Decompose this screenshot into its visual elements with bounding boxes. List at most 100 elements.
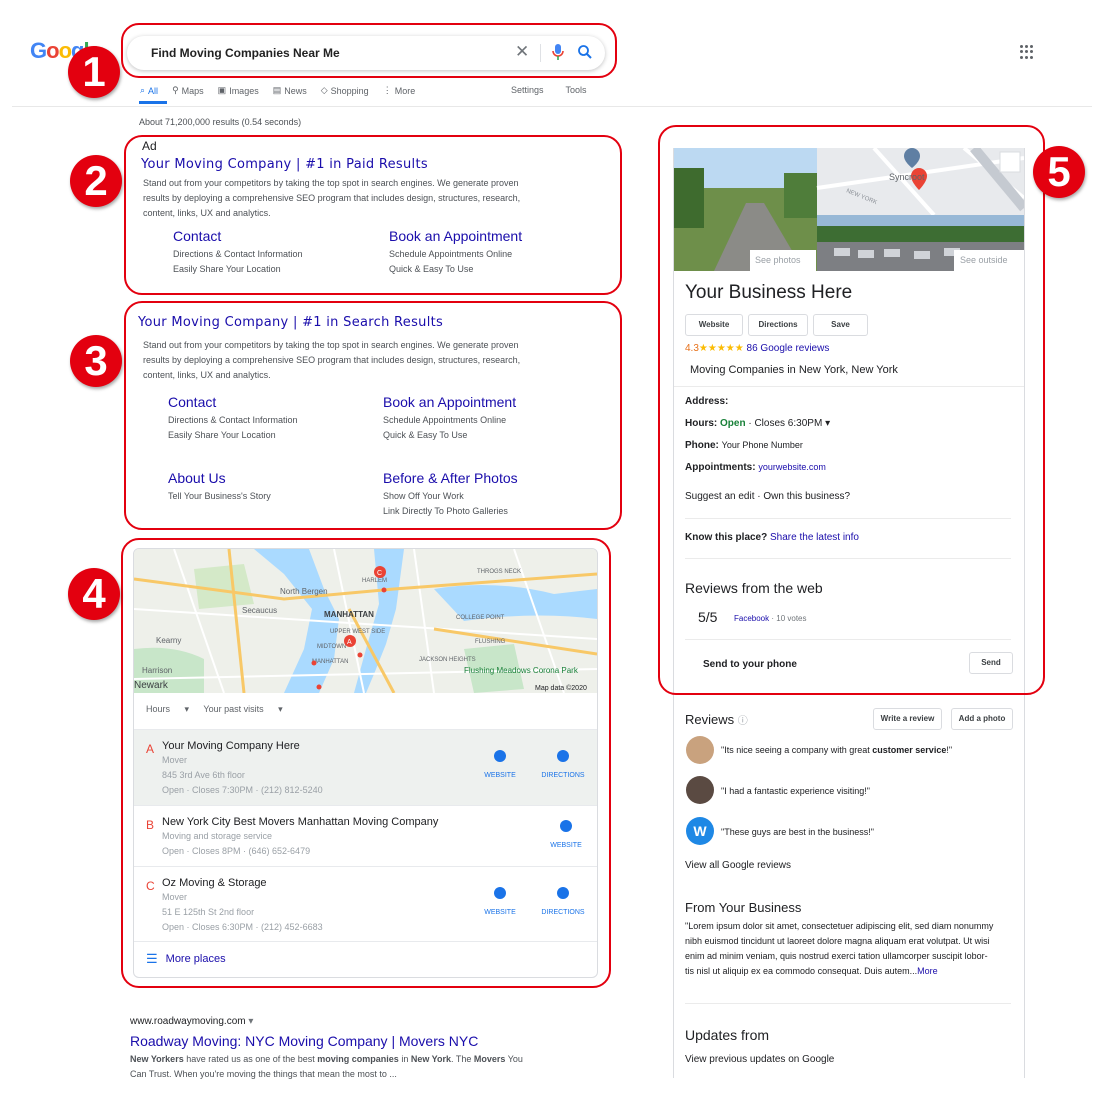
caret-down-icon[interactable]: ▾ (248, 1016, 253, 1027)
sitelink-title[interactable]: Before & After Photos (383, 470, 518, 486)
snippet-bold: Movers (473, 1054, 506, 1064)
website-button[interactable]: WEBSITE (536, 820, 596, 849)
result-url[interactable]: www.roadwaymoving.com ▾ (130, 1016, 253, 1027)
snippet-text: You (505, 1054, 523, 1064)
sitelink-desc: Quick & Easy To Use (389, 264, 474, 274)
website-button[interactable]: WEBSITE (470, 750, 530, 779)
url-text: www.roadwaymoving.com (130, 1016, 246, 1027)
organic-title[interactable]: Your Moving Company | #1 in Search Resul… (138, 315, 443, 330)
sitelink-contact: Contact Directions & Contact Information… (168, 394, 298, 443)
button-label: DIRECTIONS (541, 909, 585, 916)
updates-heading: Updates from (685, 1027, 770, 1043)
sitelink-title[interactable]: About Us (168, 470, 271, 486)
place-name[interactable]: Oz Moving & Storage (162, 877, 267, 889)
tab-label: Maps (181, 85, 204, 96)
tab-images[interactable]: ▣ Images (218, 85, 259, 96)
active-tab-indicator (139, 101, 167, 104)
tab-tools: Settings Tools (511, 85, 609, 95)
place-address: 845 3rd Ave 6th floor (162, 770, 245, 780)
ad-title[interactable]: Your Moving Company | #1 in Paid Results (141, 157, 428, 172)
tab-all[interactable]: ⌕ All (140, 85, 158, 96)
more-link[interactable]: More (917, 966, 938, 976)
button-label: WEBSITE (550, 842, 582, 849)
place-hours: Open · Closes 8PM · (646) 652-6479 (162, 846, 311, 856)
place-listing-b[interactable]: B New York City Best Movers Manhattan Mo… (134, 805, 597, 866)
desc-line: content, links, UX and analytics. (143, 370, 271, 380)
place-letter: C (146, 879, 155, 893)
tab-shopping[interactable]: ◇ Shopping (321, 85, 369, 96)
place-name[interactable]: Your Moving Company Here (162, 740, 300, 752)
view-all-reviews-link[interactable]: View all Google reviews (685, 860, 791, 871)
review-snippet: "I had a fantastic experience visiting!" (721, 786, 870, 796)
sitelink-title[interactable]: Book an Appointment (389, 228, 522, 244)
search-icon: ⌕ (140, 85, 146, 95)
header-divider (12, 106, 1092, 107)
settings-link[interactable]: Settings (511, 85, 544, 95)
map-image[interactable]: North Bergen Secaucus MANHATTAN UPPER WE… (134, 549, 597, 693)
write-review-button[interactable]: Write a review (873, 708, 942, 730)
map-label: Kearny (156, 636, 181, 645)
snippet-line: Can Trust. When you're moving the things… (130, 1069, 397, 1079)
directions-button[interactable]: DIRECTIONS (533, 750, 593, 779)
sitelink-desc: Tell Your Business's Story (168, 491, 271, 501)
previous-updates-link[interactable]: View previous updates on Google (685, 1054, 834, 1065)
map-label: Newark (134, 680, 169, 691)
info-icon[interactable]: ⓘ (738, 716, 748, 727)
sitelink-desc: Easily Share Your Location (168, 430, 276, 440)
sitelink-title[interactable]: Contact (168, 394, 298, 410)
add-photo-button[interactable]: Add a photo (951, 708, 1013, 730)
snippet-text: . The (451, 1054, 474, 1064)
ad-description: Stand out from your competitors by takin… (143, 176, 520, 221)
map-label: Flushing Meadows Corona Park (464, 666, 579, 675)
sitelink-about: About Us Tell Your Business's Story (168, 470, 271, 504)
place-listing-c[interactable]: C Oz Moving & Storage Mover 51 E 125th S… (134, 866, 597, 942)
button-label: WEBSITE (484, 772, 516, 779)
review-snippet: "These guys are best in the business!" (721, 827, 874, 837)
map-label: UPPER WEST SIDE (330, 629, 385, 635)
result-title[interactable]: Roadway Moving: NYC Moving Company | Mov… (130, 1033, 478, 1049)
sitelink-desc: Schedule Appointments Online (383, 415, 507, 425)
desc-line: Stand out from your competitors by takin… (143, 178, 519, 188)
highlight-frame-search (121, 23, 617, 78)
map-credit: Map data ©2020 (535, 684, 587, 692)
local-map-pack: North Bergen Secaucus MANHATTAN UPPER WE… (133, 548, 598, 978)
logo-letter: o (46, 38, 59, 63)
map-label: HARLEM (362, 578, 387, 584)
website-button[interactable]: WEBSITE (470, 887, 530, 916)
tab-more[interactable]: ⋮ More (383, 85, 416, 96)
more-places-label: More places (165, 953, 226, 965)
past-visits-filter[interactable]: Your past visits ▾ (203, 704, 282, 714)
tag-icon: ◇ (320, 85, 328, 95)
apps-grid-icon[interactable] (1020, 45, 1034, 59)
directions-button[interactable]: DIRECTIONS (533, 887, 593, 916)
map-drawing: North Bergen Secaucus MANHATTAN UPPER WE… (134, 549, 597, 693)
sitelink-title[interactable]: Contact (173, 228, 303, 244)
place-letter: B (146, 818, 155, 832)
tab-news[interactable]: ▤ News (273, 85, 307, 96)
map-label: North Bergen (280, 587, 328, 596)
snippet-bold: New Yorkers (130, 1054, 184, 1064)
place-listing-a[interactable]: A Your Moving Company Here Mover 845 3rd… (134, 729, 597, 805)
tab-maps[interactable]: ⚲ Maps (172, 85, 204, 96)
sitelink-title[interactable]: Book an Appointment (383, 394, 516, 410)
place-hours: Open · Closes 6:30PM · (212) 452-6683 (162, 922, 323, 932)
map-filters: Hours ▾ Your past visits ▾ (146, 704, 295, 715)
place-name[interactable]: New York City Best Movers Manhattan Movi… (162, 816, 438, 828)
result-snippet: New Yorkers have rated us as one of the … (130, 1052, 523, 1082)
tools-link[interactable]: Tools (566, 85, 587, 95)
sitelink-desc: Quick & Easy To Use (383, 430, 468, 440)
organic-description: Stand out from your competitors by takin… (143, 338, 520, 383)
hours-filter[interactable]: Hours ▾ (146, 704, 189, 714)
number-badge: 2 (70, 155, 122, 207)
search-tabs: ⌕ All ⚲ Maps ▣ Images ▤ News ◇ Shopping ⋮ More (140, 85, 429, 96)
svg-text:C: C (377, 570, 382, 577)
tab-label: News (284, 85, 307, 96)
tab-label: Shopping (330, 85, 369, 96)
globe-icon (494, 750, 506, 762)
number-badge: 4 (68, 568, 120, 620)
avatar: W (686, 817, 714, 845)
more-places-link[interactable]: ☰ More places (146, 951, 226, 967)
reviews-heading-text: Reviews (685, 712, 735, 727)
snippet-text: have rated us as one of the best (183, 1054, 318, 1064)
desc-line: tis nisl ut aliquip ex ea commodo conseq… (685, 964, 993, 979)
